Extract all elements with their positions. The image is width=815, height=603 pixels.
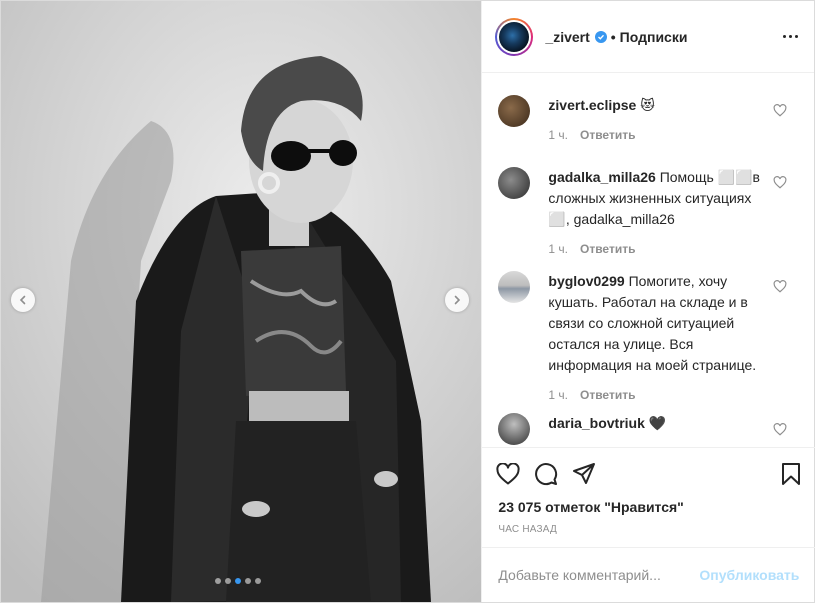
header-separator: • [610, 28, 616, 45]
comment-item: gadalka_milla26 Помощь ⬜⬜в сложных жизне… [498, 167, 798, 260]
prev-photo-button[interactable] [11, 288, 35, 312]
avatar [499, 21, 530, 52]
chevron-right-icon [454, 295, 461, 305]
bookmark-icon [782, 463, 801, 485]
add-comment-bar: Опубликовать [482, 547, 815, 602]
reply-button[interactable]: Ответить [580, 239, 635, 260]
comment-button[interactable] [534, 462, 558, 486]
heart-icon [496, 463, 520, 485]
comment-username[interactable]: zivert.eclipse [548, 97, 636, 113]
instagram-post: _zivert • Подписки zivert.eclipse 😻 1 ч.… [0, 0, 815, 603]
comment-item: daria_bovtriuk 🖤 [498, 413, 798, 445]
reply-button[interactable]: Ответить [580, 385, 635, 406]
carousel-dot [225, 578, 231, 584]
avatar[interactable] [498, 167, 531, 199]
carousel-indicator [215, 578, 261, 584]
more-icon [783, 35, 786, 38]
carousel-dot [245, 578, 251, 584]
comment-text: 🖤 [648, 415, 667, 431]
like-button[interactable] [496, 463, 520, 485]
verified-icon [594, 30, 607, 43]
comment-text: 😻 [640, 97, 655, 113]
carousel-dot [215, 578, 221, 584]
comment-username[interactable]: daria_bovtriuk [548, 415, 644, 431]
comment-icon [535, 463, 558, 486]
reply-button[interactable]: Ответить [580, 125, 635, 146]
comment-time[interactable]: 1 ч. [548, 385, 568, 406]
save-button[interactable] [781, 462, 801, 486]
post-actions: 23 075 отметок "Нравится" ЧАС НАЗАД [482, 447, 815, 535]
comment-username[interactable]: byglov0299 [548, 273, 624, 289]
photo-illustration [1, 1, 482, 602]
post-timestamp[interactable]: ЧАС НАЗАД [498, 524, 557, 535]
comment-time[interactable]: 1 ч. [548, 239, 568, 260]
comment-input[interactable] [498, 567, 700, 583]
following-button[interactable]: Подписки [620, 29, 688, 45]
comments-list[interactable]: zivert.eclipse 😻 1 ч. Ответить gadalka_m… [482, 73, 815, 447]
heart-icon[interactable] [773, 104, 787, 117]
next-photo-button[interactable] [445, 288, 469, 312]
avatar[interactable] [498, 271, 531, 303]
heart-icon[interactable] [773, 423, 787, 436]
chevron-left-icon [19, 295, 26, 305]
comment-item: zivert.eclipse 😻 1 ч. Ответить [498, 95, 798, 146]
comment-item: byglov0299 Помогите, хочу кушать. Работа… [498, 271, 798, 406]
more-options-button[interactable] [783, 35, 798, 38]
post-header: _zivert • Подписки [482, 1, 814, 73]
story-ring[interactable] [495, 17, 534, 56]
comment-time[interactable]: 1 ч. [548, 125, 568, 146]
heart-icon[interactable] [773, 176, 787, 189]
heart-icon[interactable] [773, 280, 787, 293]
post-sidebar: _zivert • Подписки zivert.eclipse 😻 1 ч.… [481, 1, 815, 602]
comment-username[interactable]: gadalka_milla26 [548, 169, 655, 185]
share-icon [573, 463, 596, 484]
publish-button[interactable]: Опубликовать [699, 567, 799, 583]
post-photo[interactable] [1, 1, 482, 602]
share-button[interactable] [572, 462, 596, 486]
author-username[interactable]: _zivert [545, 29, 589, 45]
carousel-dot [255, 578, 261, 584]
likes-count[interactable]: 23 075 отметок "Нравится" [498, 499, 683, 515]
avatar[interactable] [498, 95, 531, 127]
avatar[interactable] [498, 413, 531, 445]
carousel-dot-active [235, 578, 241, 584]
